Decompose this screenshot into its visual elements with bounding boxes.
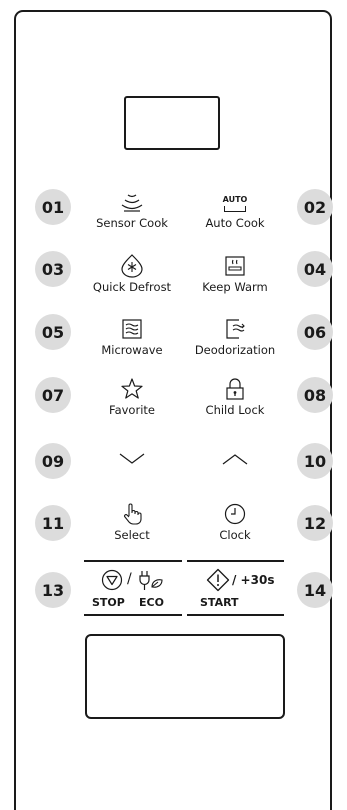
- plug-leaf-icon: [139, 571, 163, 590]
- clock-label: Clock: [219, 528, 251, 542]
- stop-eco-slash: /: [127, 571, 132, 587]
- badge-12: 12: [297, 505, 333, 541]
- stop-triangle-icon: [101, 569, 123, 591]
- badge-08: 08: [297, 377, 333, 413]
- child-lock-button[interactable]: Child Lock: [180, 377, 290, 417]
- door-air-icon: [226, 319, 245, 339]
- sensor-cook-button[interactable]: Sensor Cook: [77, 192, 187, 230]
- auto-cook-label: Auto Cook: [205, 216, 265, 230]
- chevron-down-icon: [119, 453, 145, 464]
- microwave-label: Microwave: [101, 343, 163, 357]
- pot-warm-icon: [225, 256, 245, 276]
- keep-warm-button[interactable]: Keep Warm: [180, 254, 290, 294]
- top-display-window: [124, 96, 220, 150]
- select-label: Select: [114, 528, 150, 542]
- quick-defrost-button[interactable]: Quick Defrost: [77, 254, 187, 294]
- favorite-label: Favorite: [109, 403, 155, 417]
- badge-14: 14: [297, 572, 333, 608]
- down-button[interactable]: [77, 452, 187, 466]
- chevron-up-icon: [222, 454, 248, 465]
- badge-13: 13: [35, 572, 71, 608]
- quick-defrost-label: Quick Defrost: [92, 280, 172, 294]
- badge-01: 01: [35, 189, 71, 225]
- bottom-display-window: [85, 634, 285, 719]
- deodorization-button[interactable]: Deodorization: [180, 317, 290, 357]
- stop-label: STOP: [92, 596, 125, 609]
- snowflake-drop-icon: [121, 254, 143, 278]
- wave-box-icon: [122, 319, 142, 339]
- badge-09: 09: [35, 443, 71, 479]
- start-button[interactable]: / +30s START: [190, 567, 282, 612]
- badge-07: 07: [35, 377, 71, 413]
- start-diamond-icon: [206, 568, 230, 592]
- clock-button[interactable]: Clock: [180, 502, 290, 542]
- badge-04: 04: [297, 251, 333, 287]
- auto-text-icon: AUTO: [221, 192, 249, 214]
- up-button[interactable]: [180, 452, 290, 466]
- select-button[interactable]: Select: [77, 502, 187, 542]
- padlock-icon: [226, 378, 244, 400]
- favorite-button[interactable]: Favorite: [77, 377, 187, 417]
- badge-06: 06: [297, 314, 333, 350]
- stop-bottom-rule: [84, 614, 182, 616]
- microwave-button[interactable]: Microwave: [77, 317, 187, 357]
- stop-eco-button[interactable]: / STOP ECO: [88, 567, 180, 612]
- star-icon: [121, 378, 143, 399]
- eco-label: ECO: [139, 596, 164, 609]
- badge-10: 10: [297, 443, 333, 479]
- badge-02: 02: [297, 189, 333, 225]
- sensor-cook-label: Sensor Cook: [96, 216, 168, 230]
- badge-05: 05: [35, 314, 71, 350]
- child-lock-label: Child Lock: [205, 403, 265, 417]
- start-bottom-rule: [187, 614, 284, 616]
- start-label: START: [200, 596, 239, 609]
- auto-cook-button[interactable]: AUTO Auto Cook: [180, 192, 290, 230]
- plus-30s-label: / +30s: [232, 573, 275, 587]
- stop-top-rule: [84, 560, 182, 562]
- start-top-rule: [187, 560, 284, 562]
- badge-03: 03: [35, 251, 71, 287]
- keep-warm-label: Keep Warm: [202, 280, 268, 294]
- auto-icon-text: AUTO: [222, 195, 248, 204]
- deodorization-label: Deodorization: [194, 343, 276, 357]
- hand-pointer-icon: [124, 503, 142, 525]
- clock-icon: [224, 503, 246, 525]
- sensor-waves-icon: [121, 194, 143, 212]
- badge-11: 11: [35, 505, 71, 541]
